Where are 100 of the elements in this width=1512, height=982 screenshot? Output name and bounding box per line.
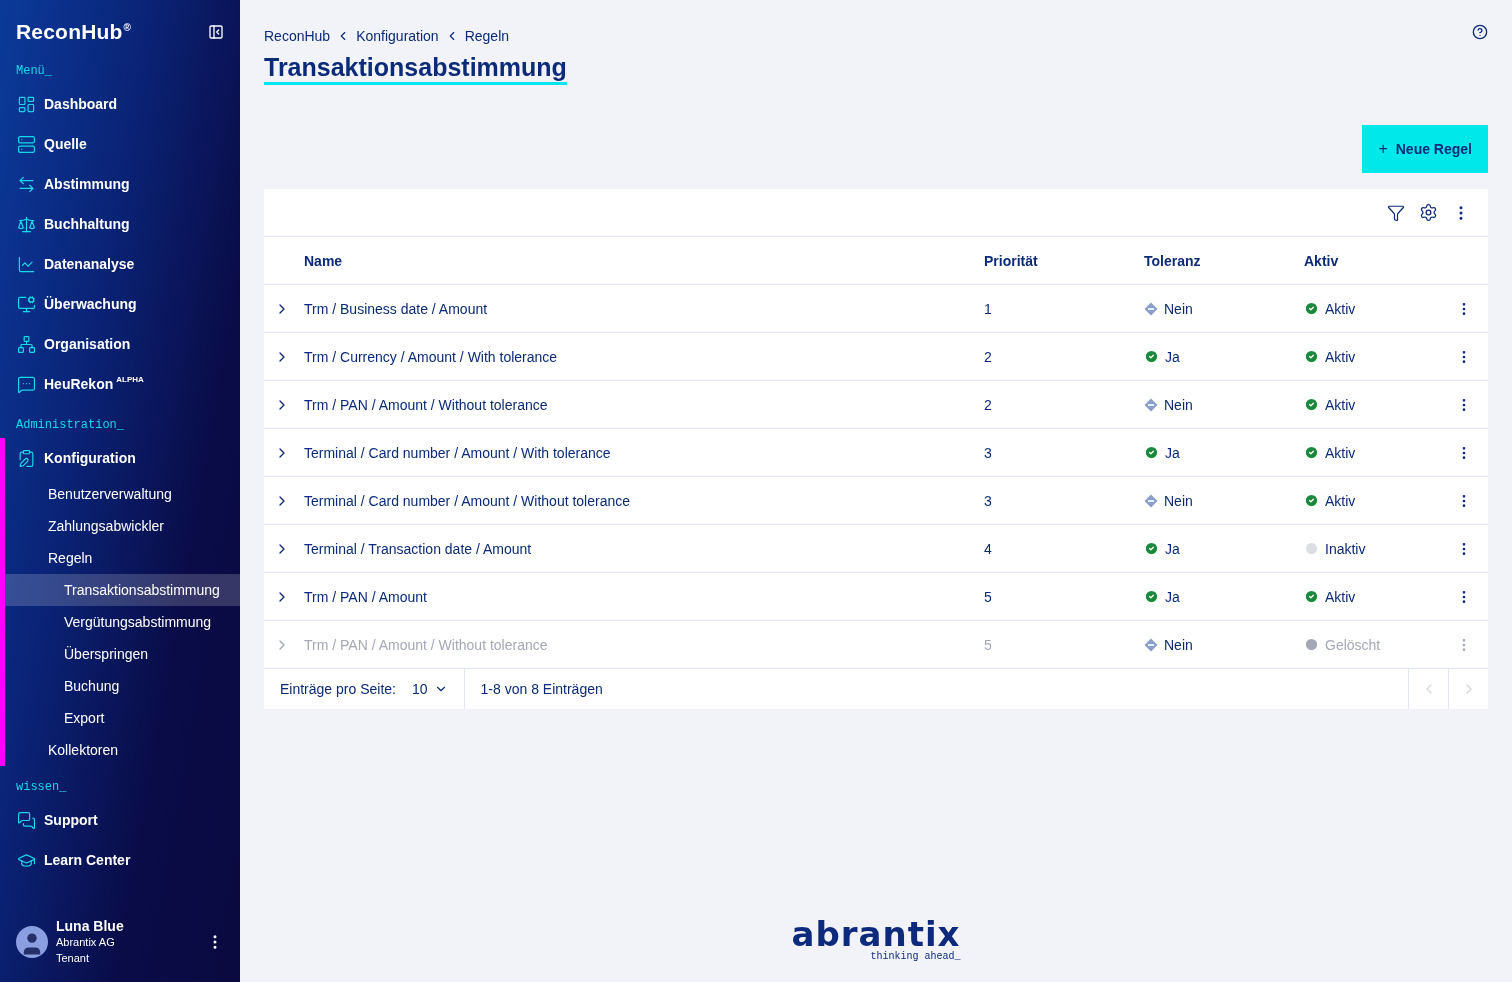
diamond-minus-icon — [1144, 493, 1158, 508]
column-header: Toleranz — [1144, 252, 1202, 269]
alpha-label: ALPHA — [116, 375, 144, 384]
nav-item[interactable]: Buchhaltung — [0, 204, 240, 244]
rule-name: Trm / PAN / Amount / Without tolerance — [304, 396, 549, 413]
tolerance-label: Ja — [1165, 588, 1180, 605]
priority-cell-text: 4 — [984, 540, 993, 557]
priority-cell-text: 3 — [984, 492, 993, 509]
brand-logo: ReconHub$^{®}$ — [16, 20, 132, 44]
priority-cell-text: 5 — [984, 636, 993, 653]
breadcrumb-link[interactable]: Regeln — [464, 28, 510, 44]
nav-item[interactable]: Benutzerverwaltung — [5, 478, 240, 510]
nav-item[interactable]: Transaktionsabstimmung — [5, 574, 240, 606]
nav-item[interactable]: Überwachung — [0, 284, 240, 324]
rule-name: Trm / PAN / Amount — [304, 588, 428, 605]
status-label: Aktiv — [1325, 300, 1356, 317]
nav-item[interactable]: Zahlungsabwickler — [5, 510, 240, 542]
nav-item[interactable]: Buchung — [5, 670, 240, 702]
nav-item[interactable]: Support — [0, 800, 240, 840]
logo-tagline: thinking ahead_ — [870, 951, 961, 962]
per-page-label: Einträge pro Seite: — [280, 681, 396, 697]
column-header: Priorität — [984, 252, 1039, 269]
diamond-minus-icon — [1144, 637, 1158, 652]
tolerance-label: Ja — [1165, 348, 1180, 365]
diamond-minus-icon — [1144, 397, 1158, 412]
rule-name: Trm / PAN / Amount / Without tolerance — [304, 636, 549, 653]
nav-icon — [16, 810, 36, 830]
tolerance-label: Nein — [1164, 300, 1193, 317]
nav-item[interactable]: Datenanalyse — [0, 244, 240, 284]
nav-icon — [16, 134, 36, 154]
nav-icon — [16, 174, 36, 194]
priority-cell-text: 2 — [984, 348, 993, 365]
status-label: Inaktiv — [1325, 540, 1366, 557]
rule-name: Terminal / Transaction date / Amount — [304, 540, 533, 557]
check-circle-icon — [1144, 349, 1159, 364]
nav-item[interactable]: Organisation — [0, 324, 240, 364]
diamond-minus-icon — [1144, 301, 1158, 316]
tolerance-label: Nein — [1164, 636, 1193, 653]
nav-item[interactable]: HeuRekon ALPHA — [0, 364, 240, 404]
section-heading: Menü_ — [15, 63, 53, 80]
page-title: Transaktionsabstimmung — [264, 52, 567, 85]
check-circle-icon — [1304, 493, 1319, 508]
breadcrumb-link[interactable]: Konfiguration — [356, 28, 439, 44]
new-rule-button[interactable]: + Neue Regel — [1362, 125, 1488, 173]
tolerance-label: Ja — [1165, 444, 1180, 461]
page-range: 1-8 von 8 Einträgen — [479, 681, 603, 697]
rule-name: Terminal / Card number / Amount / Without tolerance — [304, 492, 632, 509]
check-circle-icon — [1144, 445, 1159, 460]
check-circle-icon — [1144, 541, 1159, 556]
status-label: Aktiv — [1325, 396, 1356, 413]
check-circle-icon — [1144, 589, 1159, 604]
check-circle-icon — [1304, 397, 1319, 412]
user-company: Abrantix AG — [56, 935, 116, 950]
nav-item[interactable]: Kollektoren — [5, 734, 240, 766]
filter-icon[interactable] — [1387, 203, 1405, 222]
status-label: Aktiv — [1325, 348, 1356, 365]
nav-item[interactable]: Learn Center — [0, 840, 240, 880]
status-label: Aktiv — [1325, 588, 1356, 605]
nav-icon — [16, 254, 36, 274]
nav-icon — [16, 374, 36, 394]
nav-item[interactable]: Konfiguration — [5, 438, 240, 478]
nav-item[interactable]: Quelle — [0, 124, 240, 164]
priority-cell-text: 5 — [984, 588, 993, 605]
check-circle-icon — [1304, 589, 1319, 604]
collapse-sidebar-icon[interactable] — [208, 24, 224, 40]
nav-icon — [16, 94, 36, 114]
nav-icon — [16, 294, 36, 314]
company-logo: abrantix — [791, 917, 961, 951]
nav-item[interactable]: Vergütungsabstimmung — [5, 606, 240, 638]
priority-cell-text: 1 — [984, 300, 993, 317]
section-heading: Administration_ — [15, 417, 126, 434]
tolerance-label: Nein — [1164, 492, 1193, 509]
status-label: Aktiv — [1325, 492, 1356, 509]
priority-cell-text: 2 — [984, 396, 993, 413]
nav-item[interactable]: Export — [5, 702, 240, 734]
rule-name: Terminal / Card number / Amount / With tolerance — [304, 444, 612, 461]
rule-name: Trm / Business date / Amount — [304, 300, 489, 317]
section-heading: wissen_ — [15, 779, 68, 796]
column-header: Aktiv — [1304, 252, 1340, 269]
check-circle-icon — [1304, 301, 1319, 316]
tolerance-label: Nein — [1164, 396, 1193, 413]
priority-cell-text: 3 — [984, 444, 993, 461]
user-name: Luna Blue — [56, 918, 125, 934]
rule-name: Trm / Currency / Amount / With tolerance — [304, 348, 559, 365]
help-icon[interactable] — [1472, 24, 1488, 40]
nav-icon — [16, 334, 36, 354]
status-label: Gelöscht — [1325, 636, 1381, 653]
nav-item[interactable]: Abstimmung — [0, 164, 240, 204]
per-page-select[interactable]: 10 — [411, 681, 448, 697]
column-header: Name — [304, 252, 344, 269]
user-role: Tenant — [56, 951, 91, 966]
check-circle-icon — [1304, 445, 1319, 460]
nav-item[interactable]: Regeln — [5, 542, 240, 574]
nav-icon — [16, 214, 36, 234]
settings-icon[interactable] — [1419, 203, 1438, 222]
status-label: Aktiv — [1325, 444, 1356, 461]
nav-item[interactable]: Überspringen — [5, 638, 240, 670]
nav-item[interactable]: Dashboard — [0, 84, 240, 124]
avatar — [16, 926, 48, 958]
breadcrumb-link[interactable]: ReconHub — [264, 28, 331, 44]
